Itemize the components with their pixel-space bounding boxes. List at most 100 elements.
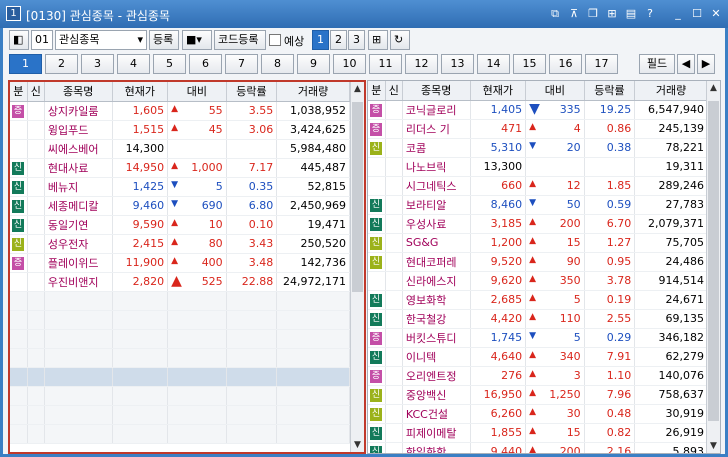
table-row[interactable]: [10, 386, 350, 406]
view-tab-3[interactable]: 3: [348, 30, 365, 50]
column-header[interactable]: 거래량: [634, 81, 708, 101]
page-tab[interactable]: 1: [9, 54, 42, 74]
column-header[interactable]: 현재가: [470, 81, 527, 101]
link-icon[interactable]: ⧉: [548, 7, 562, 21]
stock-name[interactable]: 플레이위드: [44, 253, 113, 273]
stock-name[interactable]: 성우전자: [44, 234, 113, 254]
view-menu-button[interactable]: ■▾: [182, 30, 212, 50]
stock-name[interactable]: SG&G: [402, 233, 471, 253]
column-header[interactable]: 분: [368, 81, 386, 101]
table-row[interactable]: 신 베뉴지 1,425 ▼ 5 0.35 52,815: [10, 177, 350, 197]
table-row[interactable]: 신 KCC건설 6,260 ▲ 30 0.48 30,919: [368, 404, 708, 424]
table-row[interactable]: [10, 329, 350, 349]
table-row[interactable]: 신 현대코퍼레 9,520 ▲ 90 0.95 24,486: [368, 252, 708, 272]
stock-name[interactable]: 윙입푸드: [44, 120, 113, 140]
refresh-icon[interactable]: ↻: [390, 30, 410, 50]
table-row[interactable]: [10, 348, 350, 368]
stock-name[interactable]: 리더스 기: [402, 119, 471, 139]
pin-icon[interactable]: ⊼: [567, 7, 581, 21]
column-header[interactable]: 종목명: [402, 81, 471, 101]
table-row[interactable]: 신 영보화학 2,685 ▲ 5 0.19 24,671: [368, 290, 708, 310]
column-header[interactable]: 신: [27, 82, 45, 102]
stock-name[interactable]: 코콤: [402, 138, 471, 158]
table-row[interactable]: 증 상지카일룸 1,605 ▲ 55 3.55 1,038,952: [10, 101, 350, 121]
scroll-down-icon[interactable]: ▼: [707, 439, 720, 453]
stock-name[interactable]: 우성사료: [402, 214, 471, 234]
page-tab[interactable]: 2: [45, 54, 78, 74]
column-header[interactable]: 종목명: [44, 82, 113, 102]
page-tab[interactable]: 13: [441, 54, 474, 74]
layout-icon[interactable]: ▤: [624, 7, 638, 21]
table-row[interactable]: 나노브릭 13,300 19,311: [368, 157, 708, 177]
scroll-thumb[interactable]: [352, 102, 363, 292]
table-row[interactable]: 신 성우전자 2,415 ▲ 80 3.43 250,520: [10, 234, 350, 254]
column-header[interactable]: 대비: [525, 81, 585, 101]
stock-name[interactable]: 한국철강: [402, 309, 471, 329]
column-header[interactable]: 등락률: [226, 82, 278, 102]
stock-name[interactable]: 나노브릭: [402, 157, 471, 177]
page-tab[interactable]: 14: [477, 54, 510, 74]
page-tab[interactable]: 15: [513, 54, 546, 74]
right-scrollbar[interactable]: ▲ ▼: [706, 81, 720, 453]
table-row[interactable]: 윙입푸드 1,515 ▲ 45 3.06 3,424,625: [10, 120, 350, 140]
column-header[interactable]: 신: [385, 81, 403, 101]
table-row[interactable]: 신 피제이메탈 1,855 ▲ 15 0.82 26,919: [368, 423, 708, 443]
page-tab[interactable]: 5: [153, 54, 186, 74]
table-row[interactable]: 증 버킷스튜디 1,745 ▼ 5 0.29 346,182: [368, 328, 708, 348]
table-row[interactable]: 증 코닉글로리 1,405 ▼ 335 19.25 6,547,940: [368, 100, 708, 120]
scroll-thumb[interactable]: [708, 101, 719, 421]
table-row[interactable]: [10, 367, 350, 387]
column-header[interactable]: 거래량: [276, 82, 350, 102]
table-row[interactable]: 신 한일화학 9,440 ▲ 200 2.16 5,893: [368, 442, 708, 453]
column-header[interactable]: 현재가: [112, 82, 169, 102]
stock-name[interactable]: 오리엔트정: [402, 366, 471, 386]
maximize-icon[interactable]: ☐: [690, 7, 704, 21]
table-row[interactable]: 신 보라티알 8,460 ▼ 50 0.59 27,783: [368, 195, 708, 215]
page-tab[interactable]: 6: [189, 54, 222, 74]
close-icon[interactable]: ✕: [709, 7, 723, 21]
page-tab[interactable]: 9: [297, 54, 330, 74]
page-tab[interactable]: 11: [369, 54, 402, 74]
table-row[interactable]: 신 이니텍 4,640 ▲ 340 7.91 62,279: [368, 347, 708, 367]
group-select[interactable]: 관심종목 ▾: [55, 30, 147, 50]
column-header[interactable]: 대비: [167, 82, 227, 102]
table-row[interactable]: 시그네틱스 660 ▲ 12 1.85 289,246: [368, 176, 708, 196]
table-row[interactable]: 신 코콤 5,310 ▼ 20 0.38 78,221: [368, 138, 708, 158]
view-tab-2[interactable]: 2: [330, 30, 347, 50]
page-tab[interactable]: 7: [225, 54, 258, 74]
column-header[interactable]: 등락률: [584, 81, 636, 101]
group-number[interactable]: 01: [31, 30, 53, 50]
stock-name[interactable]: 영보화학: [402, 290, 471, 310]
stock-name[interactable]: 피제이메탈: [402, 423, 471, 443]
panel-icon[interactable]: ◧: [9, 30, 29, 50]
table-row[interactable]: 씨에스베어 14,300 5,984,480: [10, 139, 350, 159]
stock-name[interactable]: 한일화학: [402, 442, 471, 453]
chevron-left-icon[interactable]: ◀: [677, 54, 695, 74]
stock-name[interactable]: 시그네틱스: [402, 176, 471, 196]
table-row[interactable]: 신 동일기연 9,590 ▲ 10 0.10 19,471: [10, 215, 350, 235]
copy-icon[interactable]: ❐: [586, 7, 600, 21]
register-button[interactable]: 등록: [149, 30, 179, 50]
page-tab[interactable]: 17: [585, 54, 618, 74]
help-icon[interactable]: ?: [643, 7, 657, 21]
column-header[interactable]: 분: [10, 82, 28, 102]
stock-name[interactable]: 세종메디칼: [44, 196, 113, 216]
page-tab[interactable]: 16: [549, 54, 582, 74]
table-row[interactable]: [10, 310, 350, 330]
page-tab[interactable]: 8: [261, 54, 294, 74]
scroll-up-icon[interactable]: ▲: [707, 81, 720, 95]
stock-name[interactable]: 신라에스지: [402, 271, 471, 291]
stock-name[interactable]: 씨에스베어: [44, 139, 113, 159]
table-row[interactable]: [10, 405, 350, 425]
table-row[interactable]: 신 SG&G 1,200 ▲ 15 1.27 75,705: [368, 233, 708, 253]
minimize-icon[interactable]: _: [671, 7, 685, 21]
stock-name[interactable]: 우진비앤지: [44, 272, 113, 292]
stock-name[interactable]: 베뉴지: [44, 177, 113, 197]
table-row[interactable]: [10, 424, 350, 444]
forecast-checkbox[interactable]: [269, 34, 281, 46]
stock-name[interactable]: 상지카일룸: [44, 101, 113, 121]
table-row[interactable]: 신라에스지 9,620 ▲ 350 3.78 914,514: [368, 271, 708, 291]
table-row[interactable]: [10, 291, 350, 311]
stock-name[interactable]: 보라티알: [402, 195, 471, 215]
table-row[interactable]: 신 한국철강 4,420 ▲ 110 2.55 69,135: [368, 309, 708, 329]
